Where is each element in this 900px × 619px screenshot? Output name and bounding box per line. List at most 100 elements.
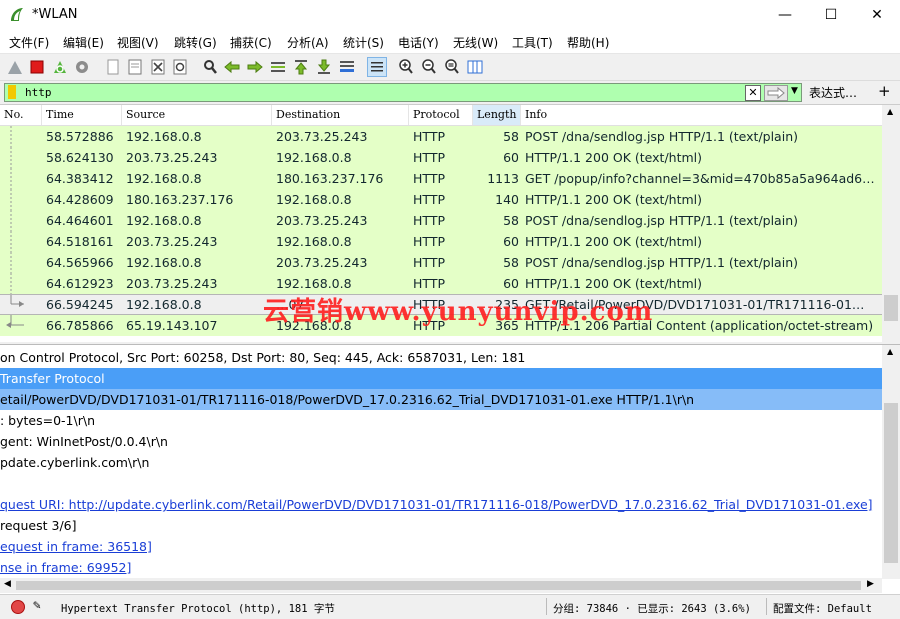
menu-analyze[interactable]: 分析(A) (287, 34, 329, 51)
display-filter-bar: http ✕ ▼ (0, 81, 900, 103)
cell-destination: 192.168.0.8 (276, 192, 352, 207)
zoom-normal-icon[interactable] (443, 58, 461, 76)
menu-bar: 文件(F) 编辑(E) 视图(V) 跳转(G) 捕获(C) 分析(A) 统计(S… (0, 31, 900, 54)
menu-wireless[interactable]: 无线(W) (453, 34, 498, 51)
last-packet-icon[interactable] (315, 58, 333, 76)
cell-destination: 203.73.25.243 (276, 129, 368, 144)
minimize-button[interactable]: — (762, 0, 808, 31)
cell-info: POST /dna/sendlog.jsp HTTP/1.1 (text/pla… (525, 255, 798, 270)
cell-time: 66.594245 (46, 297, 114, 312)
details-scrollbar-thumb[interactable] (884, 403, 898, 563)
expression-button[interactable]: 表达式… (809, 84, 857, 101)
details-scroll-up-icon[interactable]: ▲ (887, 347, 893, 356)
packet-row[interactable]: 58.624130 203.73.25.243 192.168.0.8 HTTP 60 H… (0, 147, 882, 168)
menu-help[interactable]: 帮助(H) (567, 34, 609, 51)
packet-list-scrollbar[interactable]: ▲ (882, 105, 900, 342)
add-filter-button[interactable]: + (878, 82, 891, 100)
close-file-icon[interactable] (149, 58, 167, 76)
cell-time: 64.464601 (46, 213, 114, 228)
details-scrollbar[interactable]: ▲ (882, 345, 900, 579)
packet-row[interactable]: 64.518161 203.73.25.243 192.168.0.8 HTTP 60 H… (0, 231, 882, 252)
watermark: 云营销www.yunyunvip.com (263, 297, 654, 327)
first-packet-icon[interactable] (292, 58, 310, 76)
column-header-time[interactable]: Time (42, 105, 122, 125)
status-profile[interactable]: 配置文件: Default (773, 601, 872, 616)
cell-info: HTTP/1.1 200 OK (text/html) (525, 192, 703, 207)
packet-row[interactable]: 58.572886 192.168.0.8 203.73.25.243 HTTP 58 P… (0, 126, 882, 147)
scroll-left-icon[interactable]: ◀ (4, 579, 11, 589)
detail-row-request-line[interactable]: etail/PowerDVD/DVD171031-01/TR171116-018… (0, 389, 882, 410)
find-icon[interactable] (201, 58, 219, 76)
zoom-out-icon[interactable] (420, 58, 438, 76)
apply-filter-icon[interactable] (764, 85, 788, 101)
detail-row-response-link[interactable]: nse in frame: 69952] (0, 557, 882, 578)
scrollbar-thumb[interactable] (884, 295, 898, 321)
cell-destination: 203.73.25.243 (276, 213, 368, 228)
restart-icon[interactable] (51, 58, 69, 76)
autoscroll-icon[interactable] (338, 58, 356, 76)
back-icon[interactable] (223, 58, 241, 76)
detail-row-host[interactable]: pdate.cyberlink.com\r\n (0, 452, 882, 473)
column-header-length[interactable]: Length (473, 105, 521, 125)
shark-start-icon[interactable] (6, 58, 24, 76)
scroll-up-icon[interactable]: ▲ (887, 107, 893, 116)
packet-row[interactable]: 64.383412 192.168.0.8 180.163.237.176 HTTP 1… (0, 168, 882, 189)
conversation-line-icon (4, 252, 24, 273)
filter-history-dropdown-icon[interactable]: ▼ (791, 86, 798, 96)
scroll-right-icon[interactable]: ▶ (867, 579, 874, 589)
menu-capture[interactable]: 捕获(C) (230, 34, 272, 51)
cell-info: POST /dna/sendlog.jsp HTTP/1.1 (text/pla… (525, 129, 798, 144)
colorize-icon[interactable] (367, 57, 387, 77)
packet-row[interactable]: 64.565966 192.168.0.8 203.73.25.243 HTTP 58 P… (0, 252, 882, 273)
options-gear-icon[interactable] (73, 58, 91, 76)
window-title: *WLAN (32, 7, 78, 22)
column-header-source[interactable]: Source (122, 105, 272, 125)
display-filter-input[interactable]: http ✕ ▼ (4, 83, 802, 102)
cell-protocol: HTTP (413, 213, 445, 228)
detail-row-crlf[interactable] (0, 473, 882, 494)
packet-row[interactable]: 64.464601 192.168.0.8 203.73.25.243 HTTP 58 P… (0, 210, 882, 231)
detail-row-user-agent[interactable]: gent: WinInetPost/0.0.4\r\n (0, 431, 882, 452)
cell-time: 64.518161 (46, 234, 114, 249)
save-icon[interactable] (126, 58, 144, 76)
menu-edit[interactable]: 编辑(E) (63, 34, 104, 51)
menu-statistics[interactable]: 统计(S) (343, 34, 384, 51)
cell-source: 203.73.25.243 (126, 150, 218, 165)
details-horizontal-scrollbar[interactable]: ◀ ▶ (0, 578, 882, 593)
menu-go[interactable]: 跳转(G) (174, 34, 217, 51)
cell-protocol: HTTP (413, 255, 445, 270)
menu-telephony[interactable]: 电话(Y) (398, 34, 439, 51)
filter-bookmark-icon[interactable] (8, 85, 16, 99)
detail-row-request-index[interactable]: request 3/6] (0, 515, 882, 536)
zoom-in-icon[interactable] (397, 58, 415, 76)
column-header-no[interactable]: No. (0, 105, 42, 125)
clear-filter-icon[interactable]: ✕ (745, 85, 761, 101)
display-filter-value[interactable]: http (25, 84, 52, 101)
edit-comment-icon[interactable]: ✎ (33, 598, 41, 613)
expert-info-icon[interactable] (11, 600, 25, 614)
packet-row[interactable]: 64.428609 180.163.237.176 192.168.0.8 HTTP 1… (0, 189, 882, 210)
resize-columns-icon[interactable] (466, 58, 484, 76)
close-button[interactable]: ✕ (854, 0, 900, 31)
packet-details[interactable]: on Control Protocol, Src Port: 60258, Ds… (0, 344, 900, 594)
column-header-destination[interactable]: Destination (272, 105, 409, 125)
reload-icon[interactable] (171, 58, 189, 76)
maximize-button[interactable]: ☐ (808, 0, 854, 31)
detail-row-http[interactable]: Transfer Protocol (0, 368, 882, 389)
detail-row-tcp[interactable]: on Control Protocol, Src Port: 60258, Ds… (0, 347, 882, 368)
menu-tools[interactable]: 工具(T) (512, 34, 553, 51)
main-toolbar (0, 54, 900, 81)
detail-row-range[interactable]: : bytes=0-1\r\n (0, 410, 882, 431)
goto-packet-icon[interactable] (269, 58, 287, 76)
menu-view[interactable]: 视图(V) (117, 34, 159, 51)
forward-icon[interactable] (246, 58, 264, 76)
column-header-info[interactable]: Info (521, 105, 882, 125)
menu-file[interactable]: 文件(F) (9, 34, 49, 51)
detail-row-full-uri[interactable]: quest URI: http://update.cyberlink.com/R… (0, 494, 882, 515)
open-file-icon[interactable] (104, 58, 122, 76)
hscroll-thumb[interactable] (16, 581, 861, 590)
column-header-protocol[interactable]: Protocol (409, 105, 473, 125)
detail-row-prev-request-link[interactable]: equest in frame: 36518] (0, 536, 882, 557)
cell-time: 64.565966 (46, 255, 114, 270)
stop-icon[interactable] (28, 58, 46, 76)
